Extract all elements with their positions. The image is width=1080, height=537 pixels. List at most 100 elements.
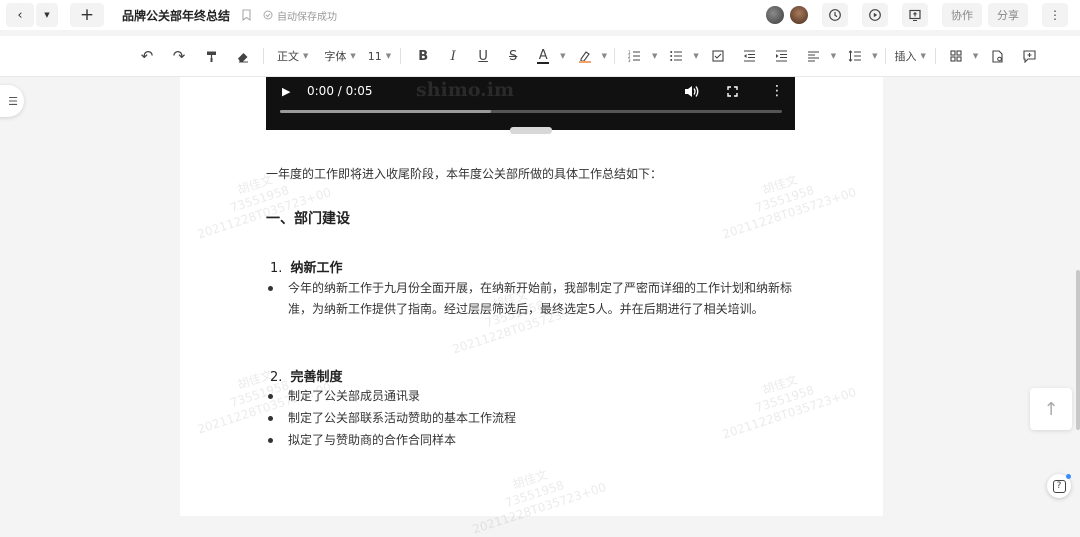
- strikethrough-button[interactable]: S: [500, 44, 526, 68]
- resize-handle[interactable]: [510, 127, 552, 134]
- doc-settings-button[interactable]: [984, 44, 1010, 68]
- font-size-select[interactable]: 11 ▼: [366, 44, 393, 68]
- collaborate-button[interactable]: 协作: [942, 3, 982, 27]
- text-color-button[interactable]: A: [530, 44, 556, 68]
- caret-down-icon[interactable]: ▼: [560, 52, 565, 60]
- table-icon: [950, 50, 962, 62]
- help-button[interactable]: ?: [1047, 474, 1071, 498]
- header-actions: 协作 分享 ⋮: [766, 3, 1068, 27]
- document-settings-icon: [992, 49, 1003, 63]
- fullscreen-button[interactable]: [727, 83, 738, 99]
- highlight-color-swatch: [578, 60, 591, 63]
- caret-down-icon[interactable]: ▼: [693, 52, 698, 60]
- more-button[interactable]: ⋮: [1042, 3, 1068, 27]
- caret-down-icon: ▼: [350, 52, 356, 60]
- indent-decrease-button[interactable]: [737, 44, 763, 68]
- caret-down-icon[interactable]: ▼: [872, 52, 877, 60]
- line-spacing-icon: [848, 50, 862, 62]
- caret-down-icon[interactable]: ▼: [602, 52, 607, 60]
- divider: [884, 48, 886, 64]
- text-color-swatch: [537, 61, 550, 64]
- outdent-icon: [744, 50, 756, 62]
- volume-button[interactable]: [684, 83, 699, 99]
- avatar[interactable]: [790, 6, 808, 24]
- format-painter-button[interactable]: [198, 44, 224, 68]
- list-item: 拟定了与赞助商的合作合同样本: [268, 430, 798, 451]
- play-icon: ▶: [282, 84, 291, 98]
- checkbox-icon: [712, 50, 724, 62]
- indent-icon: [776, 50, 788, 62]
- new-document-button[interactable]: +: [70, 3, 104, 27]
- avatar[interactable]: [766, 6, 784, 24]
- document-page[interactable]: shimo.im ▶ 0:00 / 0:05 ⋮ 一年度的工作即将进入收尾阶段，…: [180, 77, 883, 537]
- video-progress-played: [280, 110, 491, 113]
- clock-history-icon: [829, 9, 841, 21]
- undo-icon: ↶: [140, 47, 154, 65]
- checklist-button[interactable]: [705, 44, 731, 68]
- caret-down-icon[interactable]: ▼: [831, 52, 836, 60]
- more-vertical-icon: ⋮: [1049, 8, 1061, 22]
- outline-toggle-button[interactable]: ☰: [0, 85, 24, 117]
- divider: [934, 48, 936, 64]
- watermark: 胡佳文 73551958 20211228T035723+00: [195, 172, 333, 242]
- italic-button[interactable]: I: [440, 44, 466, 68]
- fullscreen-icon: [727, 85, 738, 97]
- underline-button[interactable]: U: [470, 44, 496, 68]
- video-play-button[interactable]: ▶: [282, 83, 290, 99]
- caret-down-icon[interactable]: ▼: [973, 52, 978, 60]
- notification-dot: [1066, 474, 1071, 479]
- back-to-top-button[interactable]: ↑: [1030, 388, 1072, 430]
- table-button[interactable]: [943, 44, 969, 68]
- comment-icon: [1023, 49, 1036, 63]
- eraser-icon: [238, 52, 248, 62]
- ordered-list-button[interactable]: 123: [622, 44, 648, 68]
- history-button[interactable]: [822, 3, 848, 27]
- history-dropdown-button[interactable]: ▼: [36, 3, 58, 27]
- play-button[interactable]: [862, 3, 888, 27]
- play-circle-icon: [869, 9, 881, 21]
- clear-format-button[interactable]: [230, 44, 256, 68]
- present-button[interactable]: [902, 3, 928, 27]
- present-icon: [909, 9, 921, 22]
- back-button[interactable]: ‹: [6, 3, 34, 27]
- bullet-list-button[interactable]: [663, 44, 689, 68]
- font-family-select[interactable]: 字体 ▼: [322, 44, 357, 68]
- document-title[interactable]: 品牌公关部年终总结: [122, 7, 230, 24]
- more-vertical-icon: ⋮: [770, 83, 784, 99]
- menu-icon: ☰: [8, 94, 18, 108]
- caret-down-icon: ▼: [303, 52, 309, 60]
- bold-button[interactable]: B: [410, 44, 436, 68]
- format-painter-icon: [206, 51, 216, 62]
- caret-down-icon: ▼: [44, 11, 50, 19]
- share-button[interactable]: 分享: [988, 3, 1028, 27]
- check-circle-icon: [263, 10, 273, 20]
- caret-down-icon[interactable]: ▼: [652, 52, 657, 60]
- undo-button[interactable]: ↶: [134, 44, 160, 68]
- highlight-button[interactable]: [572, 44, 598, 68]
- watermark: 胡佳文 73551958 20211228T035723+00: [720, 172, 858, 242]
- video-overlay-text: shimo.im: [416, 79, 515, 101]
- autosave-status: 自动保存成功: [263, 8, 337, 23]
- paragraph-style-select[interactable]: 正文 ▼: [275, 44, 310, 68]
- insert-menu[interactable]: 插入 ▼: [893, 44, 928, 68]
- video-progress-track[interactable]: [280, 110, 782, 113]
- help-icon: ?: [1052, 479, 1066, 493]
- video-more-button[interactable]: ⋮: [770, 83, 784, 99]
- align-left-icon: [808, 50, 820, 62]
- highlight-icon: [580, 50, 590, 61]
- top-bar: ‹ ▼ + 品牌公关部年终总结 自动保存成功 协作 分享 ⋮: [0, 0, 1080, 30]
- align-button[interactable]: [801, 44, 827, 68]
- line-spacing-button[interactable]: [842, 44, 868, 68]
- scrollbar-thumb[interactable]: [1076, 270, 1080, 430]
- bullet-list-icon: [670, 51, 682, 61]
- video-time: 0:00 / 0:05: [307, 84, 373, 98]
- redo-icon: ↷: [172, 47, 186, 65]
- indent-increase-button[interactable]: [769, 44, 795, 68]
- divider: [400, 48, 402, 64]
- divider: [263, 48, 264, 64]
- comment-button[interactable]: [1016, 44, 1042, 68]
- bookmark-icon[interactable]: [242, 9, 251, 21]
- volume-icon: [685, 85, 699, 97]
- video-player[interactable]: shimo.im ▶ 0:00 / 0:05 ⋮: [266, 77, 795, 130]
- redo-button[interactable]: ↷: [166, 44, 192, 68]
